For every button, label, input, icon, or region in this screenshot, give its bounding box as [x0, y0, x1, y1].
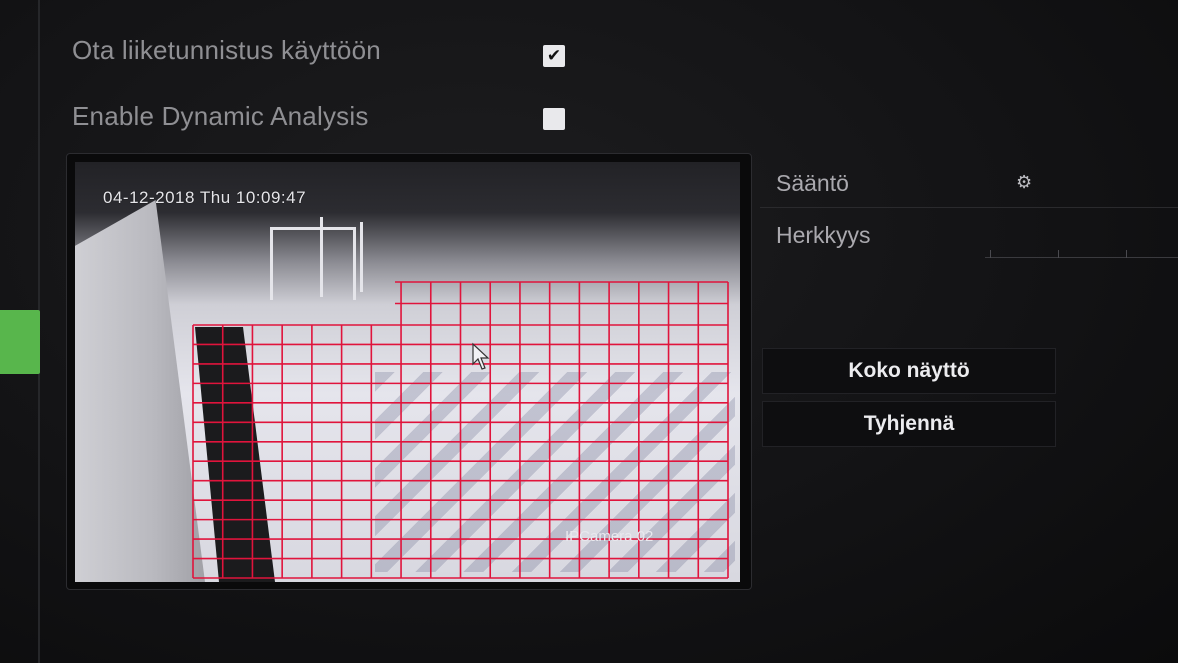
fullscreen-button[interactable]: Koko näyttö — [762, 348, 1056, 394]
clear-button[interactable]: Tyhjennä — [762, 401, 1056, 447]
gear-icon[interactable]: ⚙ — [1016, 172, 1032, 193]
camera-name-overlay: IPCamera 02 — [565, 528, 654, 545]
sensitivity-label: Herkkyys — [776, 222, 871, 248]
settings-row-divider — [760, 207, 1178, 208]
sensitivity-slider[interactable] — [985, 257, 1178, 258]
slider-tick — [990, 250, 991, 258]
slider-tick — [1126, 250, 1127, 258]
dynamic-analysis-checkbox[interactable] — [543, 108, 565, 130]
selected-menu-tab[interactable] — [0, 310, 40, 374]
dynamic-analysis-label: Enable Dynamic Analysis — [72, 100, 369, 131]
motion-detection-label: Ota liiketunnistus käyttöön — [72, 34, 381, 65]
slider-tick — [1058, 250, 1059, 258]
rule-label: Sääntö — [776, 170, 849, 196]
mouse-cursor-icon — [472, 342, 490, 370]
motion-detection-grid[interactable] — [75, 162, 740, 582]
motion-detection-checkbox[interactable]: ✔ — [543, 45, 565, 67]
camera-video-preview[interactable]: 04-12-2018 Thu 10:09:47 IPCamera 02 — [75, 162, 740, 582]
check-icon: ✔ — [546, 46, 562, 65]
